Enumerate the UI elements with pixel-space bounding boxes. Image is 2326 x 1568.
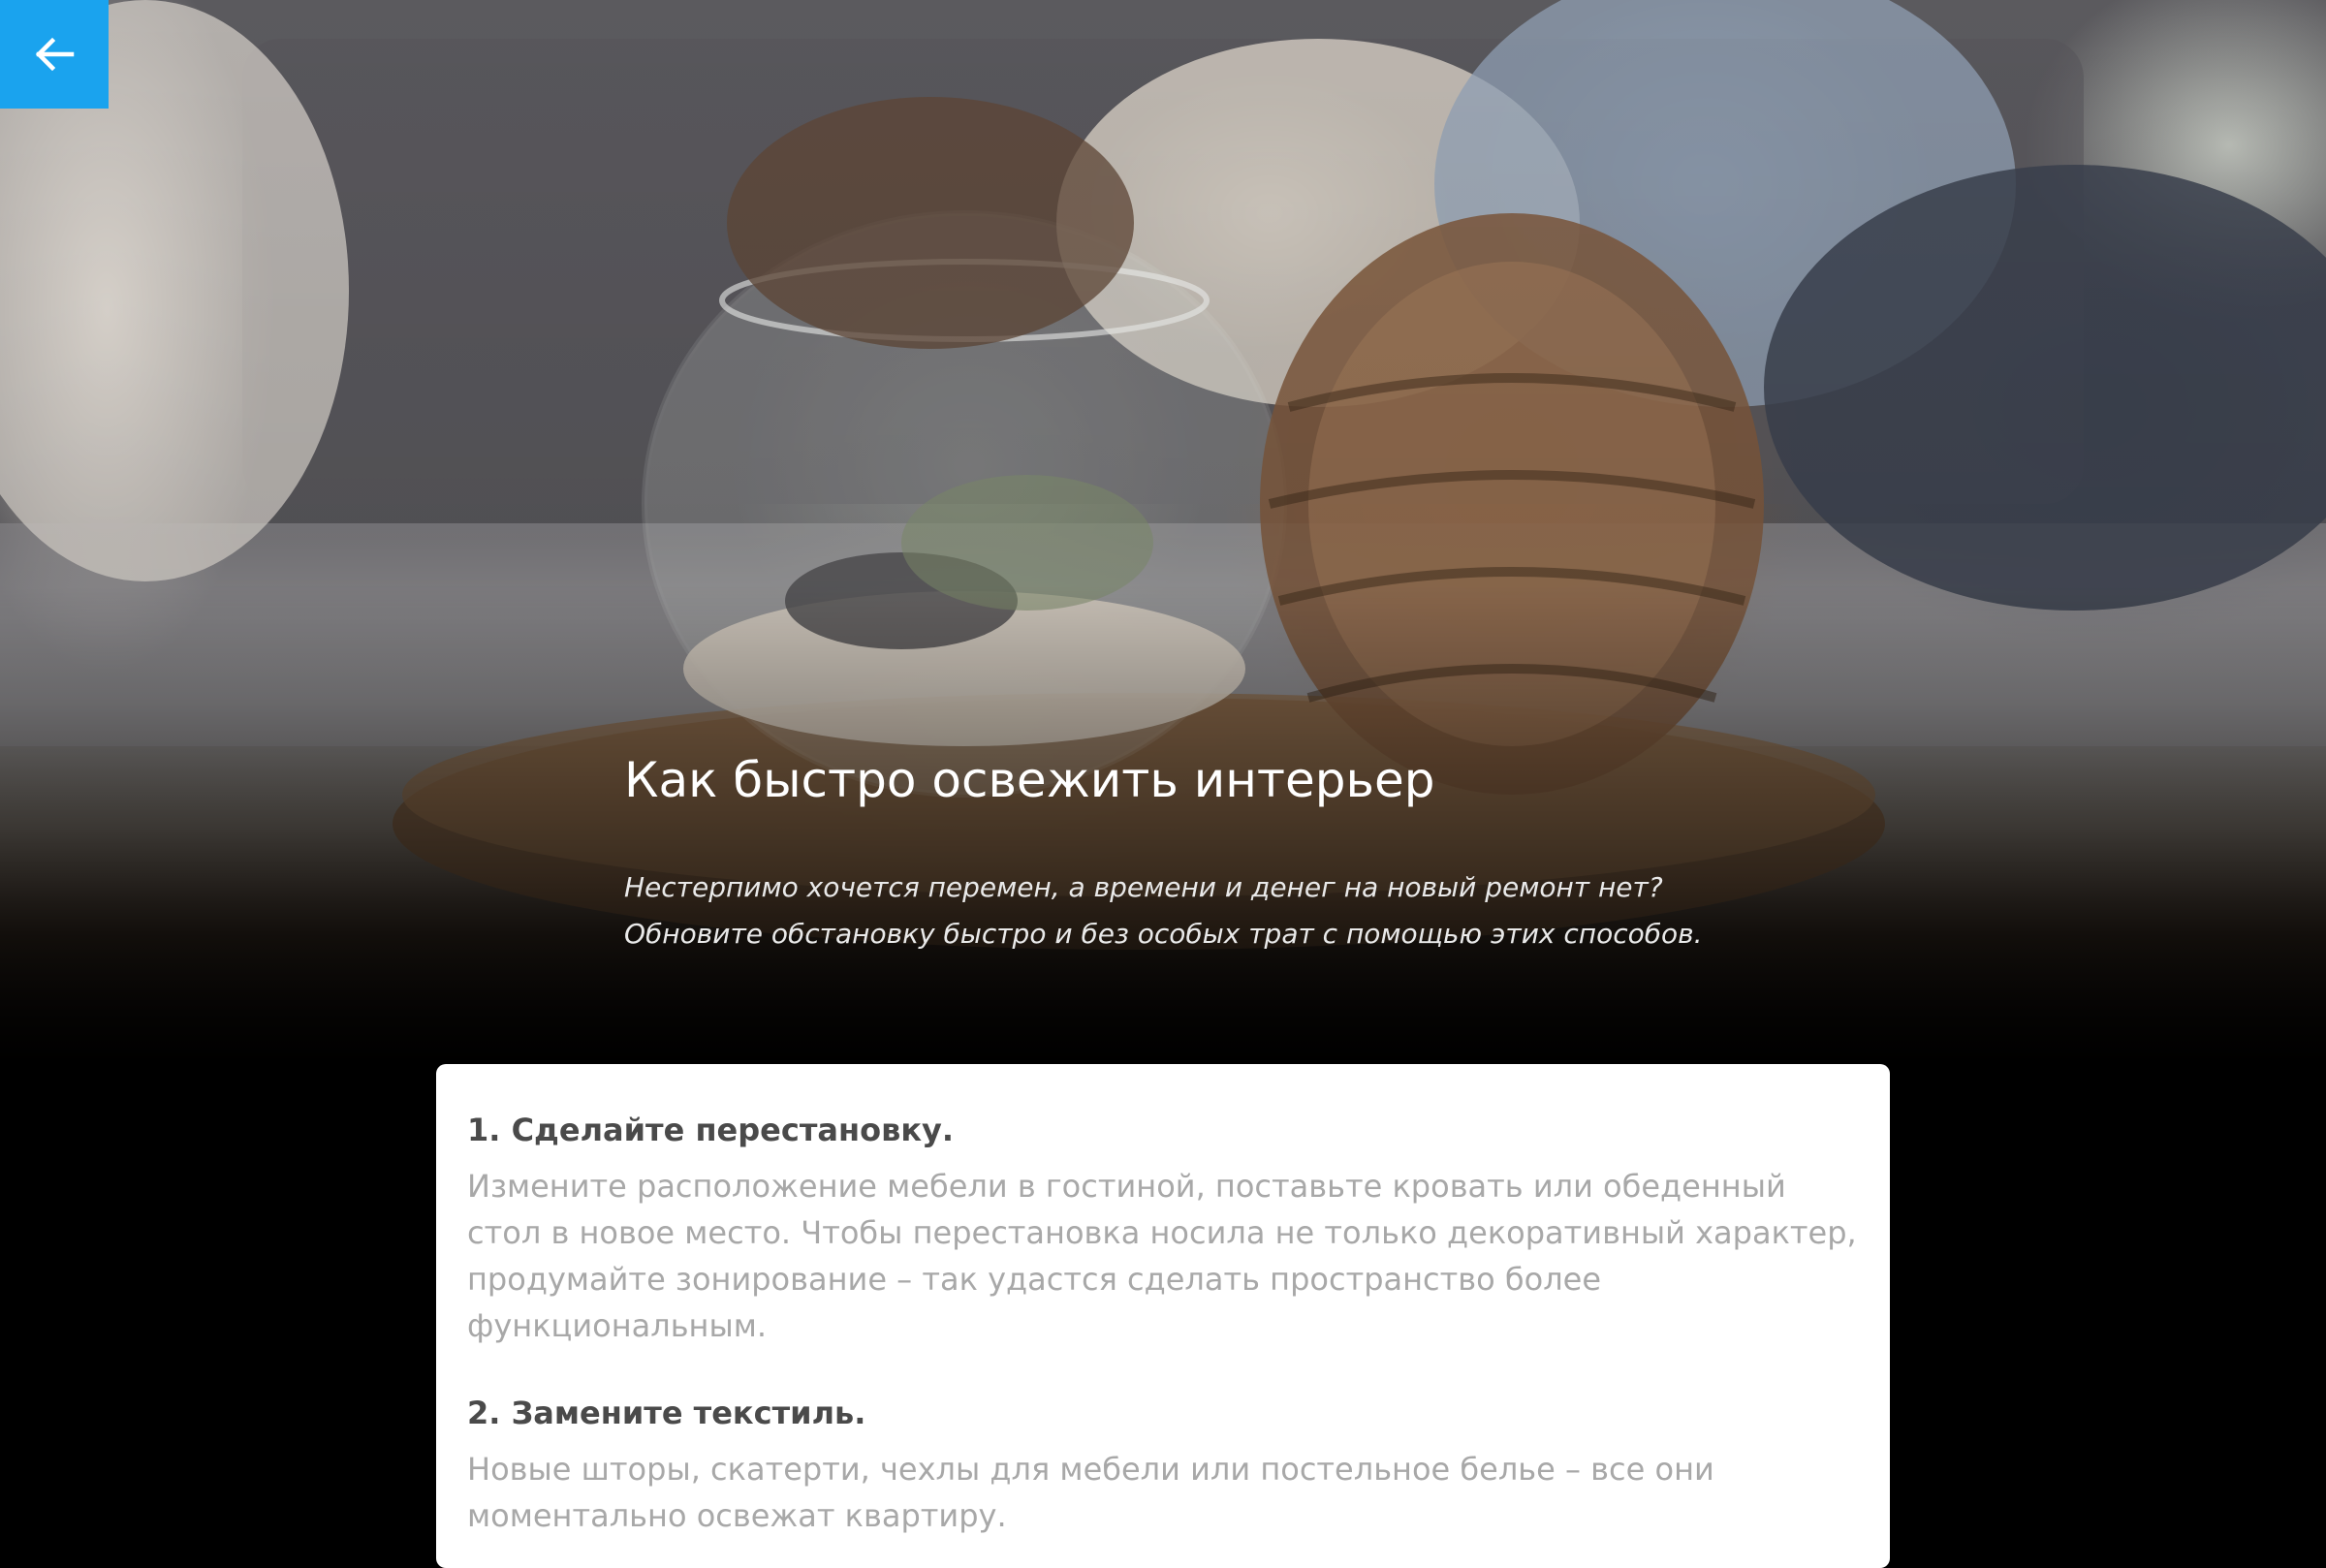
page-title: Как быстро освежить интерьер xyxy=(624,752,1435,808)
lead-line-1: Нестерпимо хочется перемен, а времени и … xyxy=(624,871,1663,903)
step-heading: 2. Замените текстиль. xyxy=(467,1395,866,1431)
article-step: 2. Замените текстиль. Новые шторы, скате… xyxy=(467,1390,1859,1539)
lead-paragraph: Нестерпимо хочется перемен, а времени и … xyxy=(624,864,1884,957)
article-card: 1. Сделайте перестановку. Измените распо… xyxy=(436,1064,1890,1568)
back-button[interactable] xyxy=(0,0,109,109)
step-body: Измените расположение мебели в гостиной,… xyxy=(467,1168,1857,1344)
hero-text-block: Как быстро освежить интерьер Нестерпимо … xyxy=(624,746,1884,957)
arrow-left-icon xyxy=(35,37,75,72)
step-heading: 1. Сделайте перестановку. xyxy=(467,1112,955,1148)
step-body: Новые шторы, скатерти, чехлы для мебели … xyxy=(467,1451,1714,1534)
article-step: 1. Сделайте перестановку. Измените распо… xyxy=(467,1107,1859,1349)
lead-line-2: Обновите обстановку быстро и без особых … xyxy=(624,918,1703,950)
